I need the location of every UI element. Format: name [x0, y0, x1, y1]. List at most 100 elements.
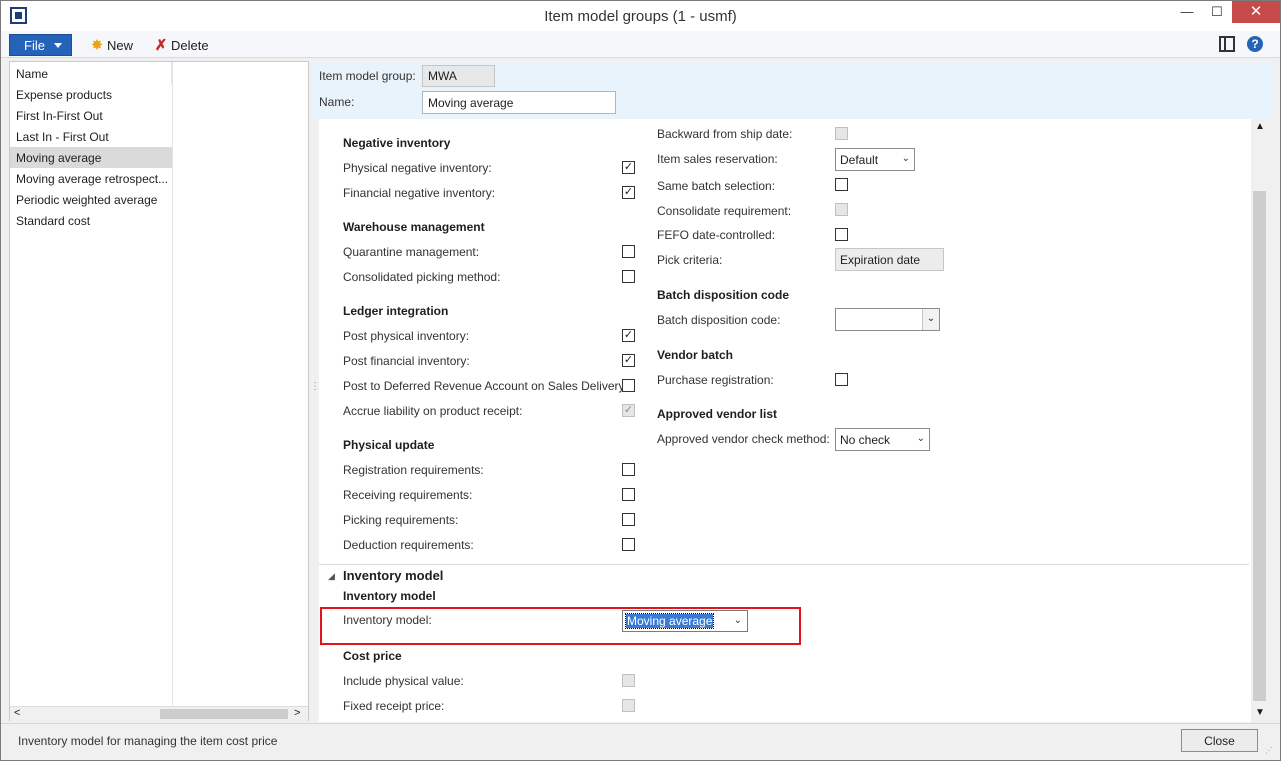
inventory-model-value: Moving average [624, 613, 715, 629]
maximize-button[interactable]: ☐ [1202, 1, 1232, 23]
consolidate-requirement-checkbox [835, 203, 848, 216]
purchase-registration-label: Purchase registration: [657, 373, 774, 387]
deduction-requirements-checkbox[interactable] [622, 538, 635, 551]
item-model-group-label: Item model group: [319, 69, 416, 83]
group-approved-vendor-list: Approved vendor list [657, 407, 778, 421]
chevron-down-icon: ⌄ [922, 309, 939, 330]
app-window: Item model groups (1 - usmf) — ☐ ✕ File … [0, 0, 1281, 761]
fefo-date-controlled-checkbox[interactable] [835, 228, 848, 241]
list-item[interactable]: Moving average retrospect... [10, 168, 172, 189]
receiving-requirements-checkbox[interactable] [622, 488, 635, 501]
chevron-down-icon: ⌄ [916, 433, 925, 444]
status-bar: Inventory model for managing the item co… [1, 723, 1280, 760]
group-physical-update: Physical update [343, 438, 435, 452]
group-cost-price: Cost price [343, 649, 402, 663]
scroll-thumb[interactable] [160, 709, 288, 719]
scroll-thumb[interactable] [1253, 191, 1266, 701]
consolidate-requirement-label: Consolidate requirement: [657, 204, 792, 218]
scroll-left-icon[interactable]: < [14, 707, 20, 719]
list-column-header-name[interactable]: Name [10, 62, 172, 84]
list-item[interactable]: Expense products [10, 84, 172, 105]
fixed-receipt-price-label: Fixed receipt price: [343, 699, 445, 713]
batch-disposition-code-label: Batch disposition code: [657, 313, 781, 327]
backward-from-ship-date-label: Backward from ship date: [657, 127, 793, 141]
window-title: Item model groups (1 - usmf) [544, 8, 737, 25]
toggle-panel-icon[interactable] [1219, 36, 1235, 52]
quarantine-management-checkbox[interactable] [622, 245, 635, 258]
picking-requirements-checkbox[interactable] [622, 513, 635, 526]
fefo-date-controlled-label: FEFO date-controlled: [657, 228, 776, 242]
consolidated-picking-checkbox[interactable] [622, 270, 635, 283]
group-vendor-batch: Vendor batch [657, 348, 734, 362]
item-model-group-field: MWA [422, 65, 495, 87]
scroll-up-icon[interactable]: ▲ [1255, 121, 1265, 132]
item-sales-reservation-value: Default [840, 153, 879, 167]
file-menu-button[interactable]: File [9, 34, 72, 56]
same-batch-selection-checkbox[interactable] [835, 178, 848, 191]
list-items: Expense products First In-First Out Last… [10, 84, 172, 231]
list-item[interactable]: Last In - First Out [10, 126, 172, 147]
accrue-liability-checkbox: ✓ [622, 404, 635, 417]
list-item[interactable]: Standard cost [10, 210, 172, 231]
close-window-button[interactable]: ✕ [1232, 1, 1280, 23]
pick-criteria-label: Pick criteria: [657, 253, 723, 267]
inventory-model-label: Inventory model: [343, 613, 432, 627]
list-horizontal-scrollbar[interactable]: < > [10, 706, 308, 721]
detail-header: Item model group: MWA Name: Moving avera… [311, 61, 1274, 119]
item-sales-reservation-label: Item sales reservation: [657, 152, 778, 166]
approved-vendor-check-method-select[interactable]: No check ⌄ [835, 428, 930, 451]
resize-grip-icon[interactable]: ⋰ [1265, 746, 1273, 755]
include-physical-value-label: Include physical value: [343, 674, 464, 688]
list-item-selected[interactable]: Moving average [10, 147, 172, 168]
group-ledger-integration: Ledger integration [343, 304, 449, 318]
post-financial-inventory-checkbox[interactable]: ✓ [622, 354, 635, 367]
inventory-model-select[interactable]: Moving average ⌄ [622, 610, 748, 632]
help-icon[interactable]: ? [1247, 36, 1263, 52]
name-label: Name: [319, 95, 355, 109]
deduction-requirements-label: Deduction requirements: [343, 538, 474, 552]
list-item[interactable]: First In-First Out [10, 105, 172, 126]
receiving-requirements-label: Receiving requirements: [343, 488, 473, 502]
post-physical-inventory-checkbox[interactable]: ✓ [622, 329, 635, 342]
approved-vendor-check-method-label: Approved vendor check method: [657, 432, 830, 446]
delete-button[interactable]: ✗ Delete [153, 36, 209, 54]
batch-disposition-code-select[interactable]: ⌄ [835, 308, 940, 331]
new-star-icon: ✸ [90, 37, 104, 54]
minimize-button[interactable]: — [1172, 1, 1202, 23]
group-negative-inventory: Negative inventory [343, 136, 451, 150]
same-batch-selection-label: Same batch selection: [657, 179, 776, 193]
consolidated-picking-label: Consolidated picking method: [343, 270, 501, 284]
list-column-divider [172, 62, 173, 706]
item-model-group-list: Name Expense products First In-First Out… [9, 61, 309, 721]
new-button-label: New [107, 38, 134, 53]
registration-requirements-checkbox[interactable] [622, 463, 635, 476]
post-financial-inventory-label: Post financial inventory: [343, 354, 470, 368]
group-warehouse-management: Warehouse management [343, 220, 485, 234]
name-field[interactable]: Moving average [422, 91, 616, 114]
action-pane: File ✸ New ✗ Delete ? [1, 31, 1280, 58]
include-physical-value-checkbox [622, 674, 635, 687]
post-deferred-revenue-checkbox[interactable] [622, 379, 635, 392]
purchase-registration-checkbox[interactable] [835, 373, 848, 386]
section-divider [319, 564, 1249, 565]
list-item[interactable]: Periodic weighted average [10, 189, 172, 210]
scroll-down-icon[interactable]: ▼ [1255, 707, 1265, 718]
scroll-right-icon[interactable]: > [294, 707, 300, 719]
item-sales-reservation-select[interactable]: Default ⌄ [835, 148, 915, 171]
inventory-model-section-header[interactable]: Inventory model [343, 568, 443, 583]
group-inventory-model: Inventory model [343, 589, 436, 603]
post-physical-inventory-label: Post physical inventory: [343, 329, 470, 343]
close-button[interactable]: Close [1181, 729, 1258, 752]
financial-negative-inventory-label: Financial negative inventory: [343, 186, 496, 200]
file-menu-label: File [24, 38, 45, 53]
delete-x-icon: ✗ [154, 37, 168, 54]
registration-requirements-label: Registration requirements: [343, 463, 484, 477]
detail-vertical-scrollbar[interactable]: ▲ ▼ [1251, 119, 1268, 722]
new-button[interactable]: ✸ New [89, 36, 133, 54]
fixed-receipt-price-checkbox [622, 699, 635, 712]
delete-button-label: Delete [171, 38, 209, 53]
backward-from-ship-date-checkbox [835, 127, 848, 140]
collapse-section-icon[interactable]: ◢ [328, 571, 335, 582]
physical-negative-inventory-checkbox[interactable]: ✓ [622, 161, 635, 174]
financial-negative-inventory-checkbox[interactable]: ✓ [622, 186, 635, 199]
